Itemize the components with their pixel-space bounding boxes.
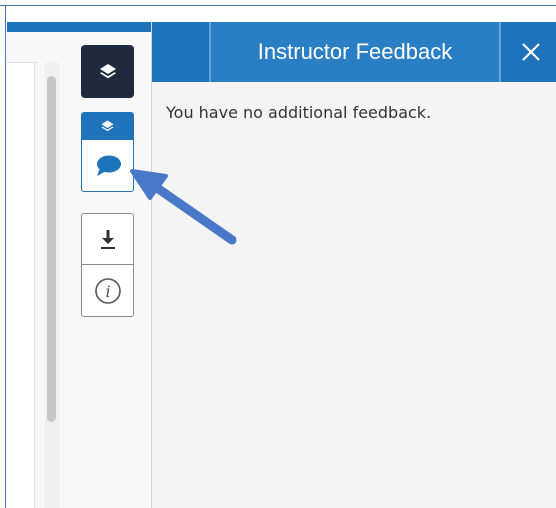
info-button[interactable]: i xyxy=(82,265,133,316)
close-icon xyxy=(521,43,540,61)
feedback-panel xyxy=(152,82,556,508)
layers-button[interactable] xyxy=(81,45,134,98)
feedback-message: You have no additional feedback. xyxy=(166,103,432,122)
panel-title: Instructor Feedback xyxy=(257,39,453,64)
download-icon xyxy=(100,230,115,249)
window-frame-left xyxy=(0,6,6,508)
window-frame-top xyxy=(0,0,556,6)
close-button[interactable] xyxy=(505,22,556,82)
document-page xyxy=(7,62,35,508)
layers-icon xyxy=(101,120,114,132)
panel-title-container: Instructor Feedback xyxy=(209,22,501,82)
svg-text:i: i xyxy=(105,282,110,301)
document-page-edge xyxy=(7,62,37,63)
viewer-header-strip xyxy=(7,22,151,32)
feedback-tab-header xyxy=(82,113,133,140)
speech-bubble-icon xyxy=(96,155,121,176)
scrollbar-thumb[interactable] xyxy=(47,76,56,422)
annotation-arrow-icon xyxy=(130,169,237,245)
layers-icon xyxy=(99,63,116,78)
info-icon: i xyxy=(94,277,121,304)
